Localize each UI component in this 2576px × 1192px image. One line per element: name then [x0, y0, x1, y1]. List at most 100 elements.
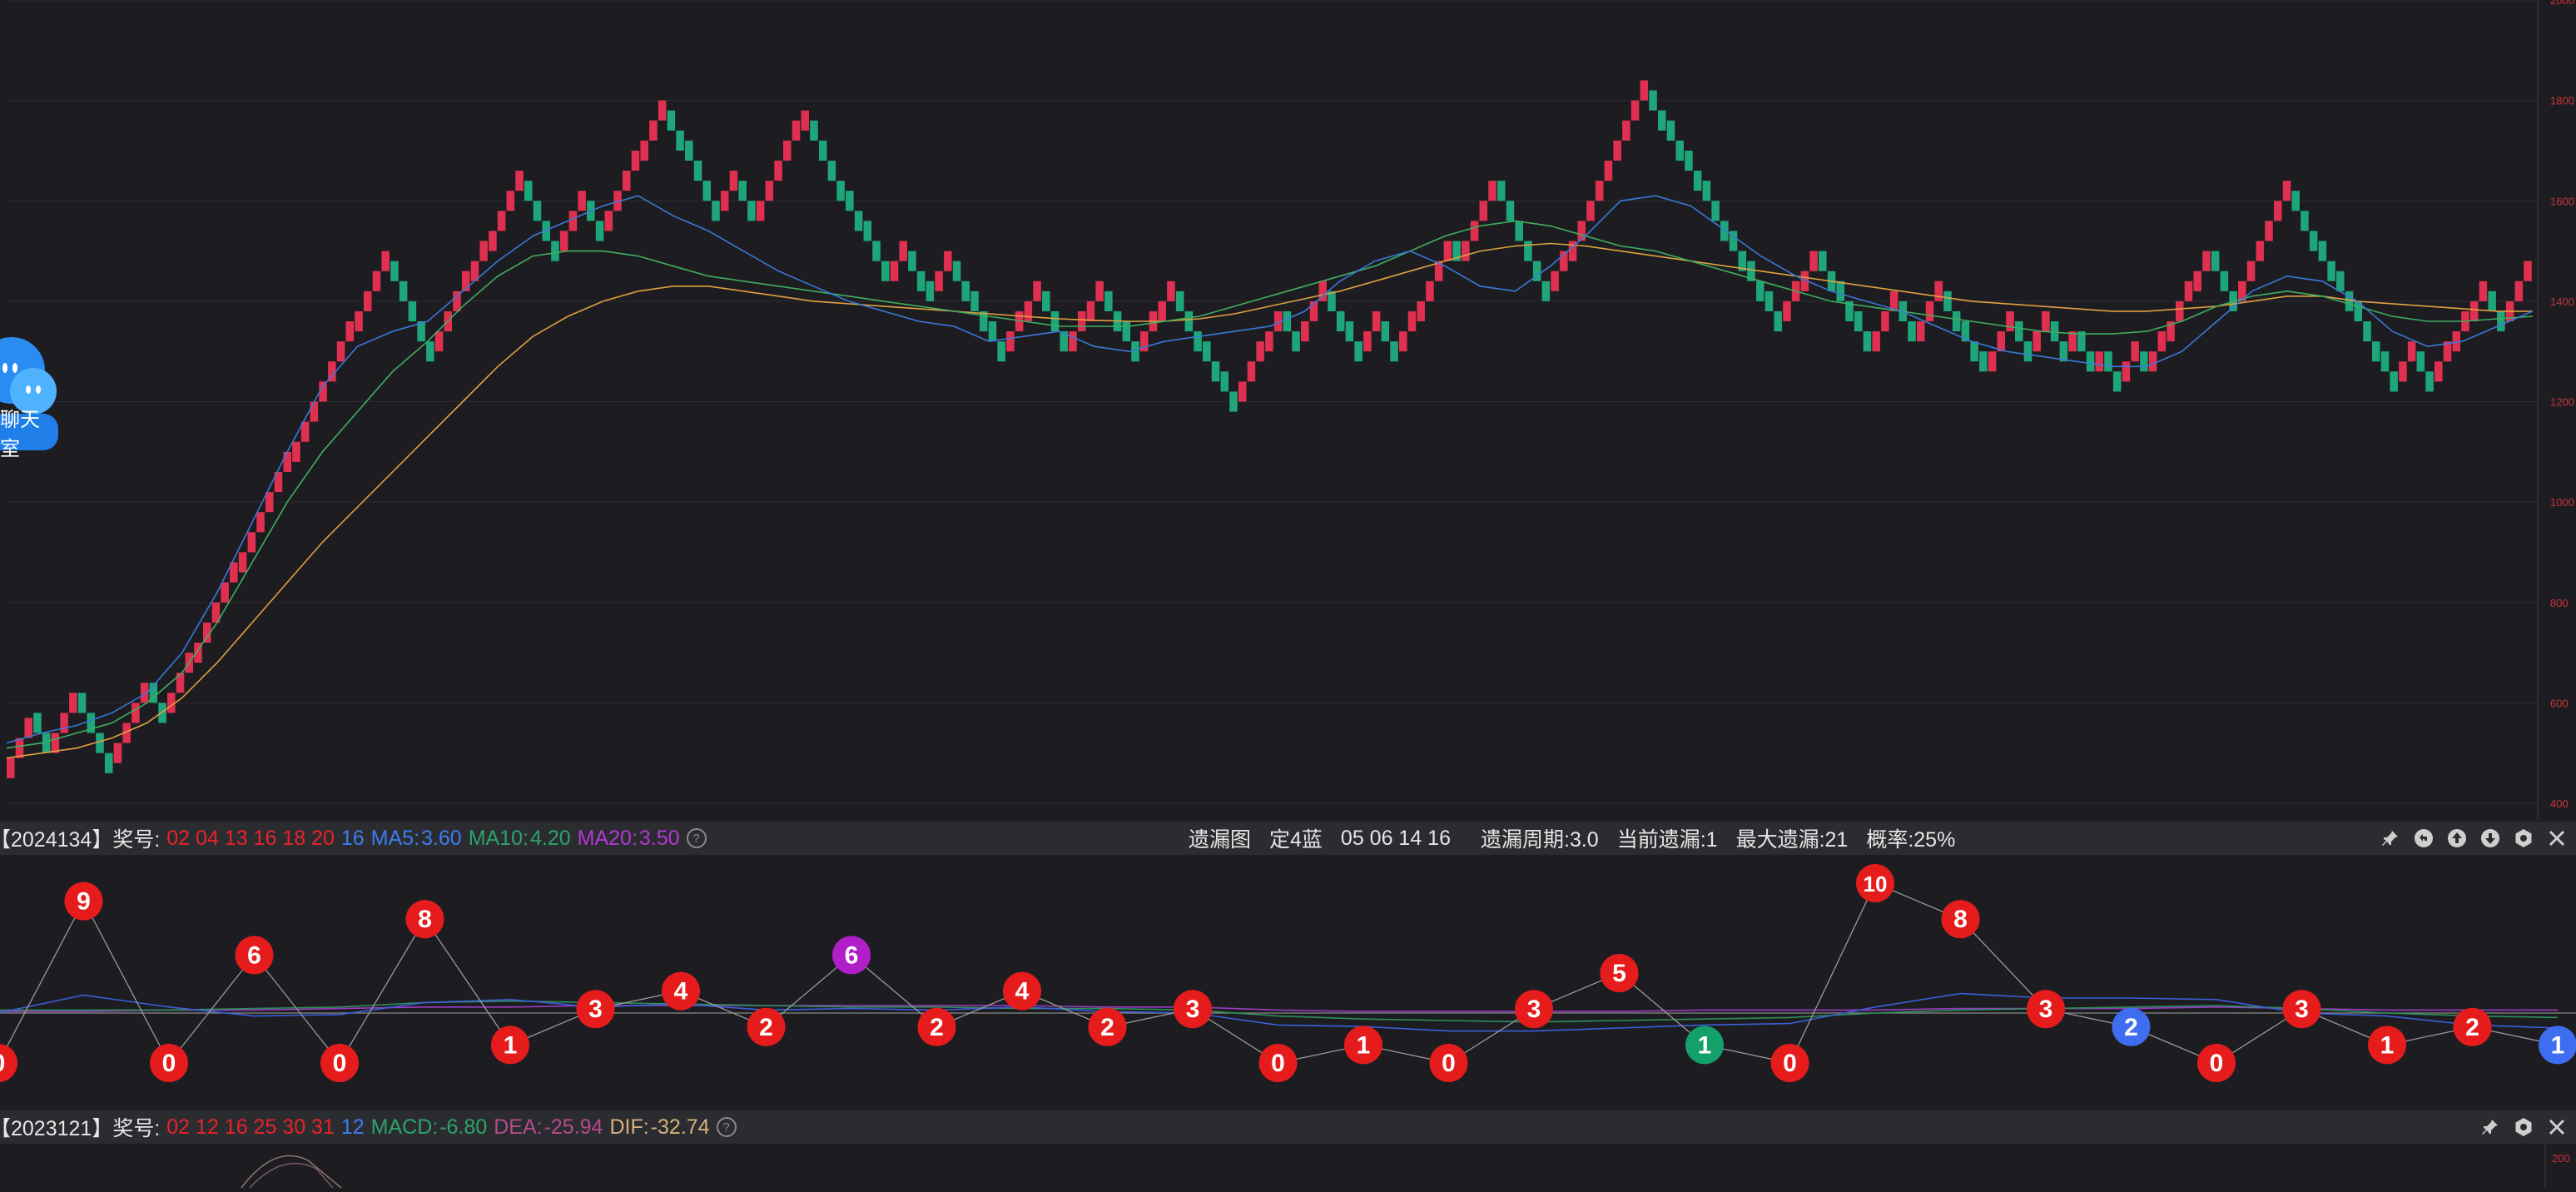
help-icon-2[interactable]: ?	[716, 1117, 737, 1137]
omission-ball[interactable]: 10	[1856, 864, 1894, 902]
up-brick[interactable]	[51, 733, 60, 753]
down-brick[interactable]	[836, 181, 845, 201]
down-brick[interactable]	[595, 221, 604, 241]
omission-ball[interactable]: 3	[2282, 990, 2321, 1029]
up-brick[interactable]	[310, 401, 319, 422]
up-brick[interactable]	[2157, 331, 2167, 352]
down-brick[interactable]	[1194, 331, 1202, 352]
down-brick[interactable]	[2497, 310, 2505, 332]
down-brick[interactable]	[426, 341, 434, 362]
up-brick[interactable]	[1024, 300, 1033, 322]
up-brick[interactable]	[2399, 361, 2407, 382]
up-brick[interactable]	[944, 251, 952, 271]
up-brick[interactable]	[2435, 361, 2443, 382]
down-brick[interactable]	[2327, 261, 2335, 281]
down-brick[interactable]	[1336, 310, 1345, 332]
up-brick[interactable]	[7, 757, 15, 778]
up-brick[interactable]	[604, 211, 613, 231]
omission-ball[interactable]: 1	[2539, 1026, 2576, 1065]
up-brick[interactable]	[506, 191, 515, 211]
down-brick[interactable]	[1381, 321, 1390, 342]
up-brick[interactable]	[1604, 161, 1613, 181]
up-brick[interactable]	[1577, 221, 1586, 241]
down-brick[interactable]	[810, 120, 818, 141]
up-brick[interactable]	[2407, 341, 2416, 362]
omission-ball[interactable]: 9	[64, 882, 103, 921]
up-brick[interactable]	[729, 171, 738, 191]
down-brick[interactable]	[1952, 310, 1961, 332]
down-brick[interactable]	[846, 191, 854, 211]
up-brick[interactable]	[1443, 241, 1452, 261]
down-brick[interactable]	[818, 140, 827, 161]
settings-icon[interactable]	[2513, 827, 2534, 849]
up-brick[interactable]	[1006, 331, 1015, 352]
down-brick[interactable]	[747, 201, 756, 221]
up-brick[interactable]	[1630, 100, 1640, 121]
up-brick[interactable]	[2469, 300, 2479, 322]
down-brick[interactable]	[2380, 351, 2390, 372]
down-brick[interactable]	[2104, 351, 2112, 372]
up-brick[interactable]	[1363, 331, 1372, 352]
up-brick[interactable]	[658, 100, 667, 121]
up-brick[interactable]	[2246, 261, 2256, 281]
down-brick[interactable]	[1854, 310, 1863, 332]
up-brick[interactable]	[1069, 331, 1077, 352]
up-brick[interactable]	[2131, 341, 2139, 362]
pin-icon[interactable]	[2380, 827, 2401, 849]
up-brick[interactable]	[515, 171, 524, 191]
omission-ball[interactable]: 2	[747, 1007, 786, 1046]
up-brick[interactable]	[1426, 281, 1434, 301]
down-brick[interactable]	[524, 181, 533, 201]
up-brick[interactable]	[890, 261, 899, 281]
up-brick[interactable]	[765, 181, 774, 201]
down-brick[interactable]	[1979, 351, 1988, 372]
down-brick[interactable]	[399, 281, 408, 301]
down-brick[interactable]	[1908, 321, 1916, 342]
omission-ball[interactable]: 3	[576, 990, 615, 1029]
down-brick[interactable]	[1345, 321, 1354, 342]
up-brick[interactable]	[1301, 321, 1309, 342]
up-brick[interactable]	[2184, 281, 2193, 301]
down-brick[interactable]	[926, 281, 935, 301]
down-brick[interactable]	[988, 321, 997, 342]
up-brick[interactable]	[559, 231, 568, 251]
down-brick[interactable]	[1104, 291, 1113, 311]
up-brick[interactable]	[1462, 241, 1470, 261]
up-brick[interactable]	[1595, 181, 1604, 201]
renko-chart-panel[interactable]: 400 600 800 1000 1200 1400 1600 1800 2000	[0, 0, 2576, 820]
close-icon[interactable]	[2546, 827, 2568, 849]
down-brick[interactable]	[2336, 271, 2345, 291]
up-brick[interactable]	[1417, 300, 1425, 322]
up-brick[interactable]	[69, 693, 77, 713]
down-brick[interactable]	[1755, 281, 1764, 301]
up-brick[interactable]	[1586, 201, 1595, 221]
up-brick[interactable]	[1997, 331, 2006, 352]
down-brick[interactable]	[693, 161, 702, 181]
up-brick[interactable]	[2176, 300, 2184, 322]
down-brick[interactable]	[1666, 120, 1675, 141]
down-brick[interactable]	[970, 291, 979, 311]
omission-ball[interactable]: 6	[832, 936, 871, 975]
up-brick[interactable]	[2202, 251, 2211, 271]
up-brick[interactable]	[247, 532, 256, 553]
up-brick[interactable]	[935, 271, 943, 291]
down-brick[interactable]	[408, 300, 417, 322]
down-brick[interactable]	[908, 251, 916, 271]
up-brick[interactable]	[1640, 80, 1649, 101]
down-brick[interactable]	[104, 752, 113, 773]
down-brick[interactable]	[1175, 291, 1184, 311]
arrow-up-icon[interactable]	[2446, 827, 2468, 849]
up-brick[interactable]	[1809, 251, 1818, 271]
down-brick[interactable]	[854, 211, 863, 231]
down-brick[interactable]	[1220, 371, 1229, 392]
omission-ball[interactable]: 0	[1770, 1044, 1809, 1082]
up-brick[interactable]	[774, 161, 782, 181]
omission-ball[interactable]: 0	[320, 1044, 359, 1082]
up-brick[interactable]	[792, 120, 801, 141]
omission-ball[interactable]: 5	[1600, 954, 1639, 992]
down-brick[interactable]	[2220, 271, 2229, 291]
settings-icon[interactable]	[2513, 1116, 2534, 1138]
down-brick[interactable]	[827, 161, 836, 181]
down-brick[interactable]	[1292, 331, 1300, 352]
down-brick[interactable]	[551, 241, 559, 261]
